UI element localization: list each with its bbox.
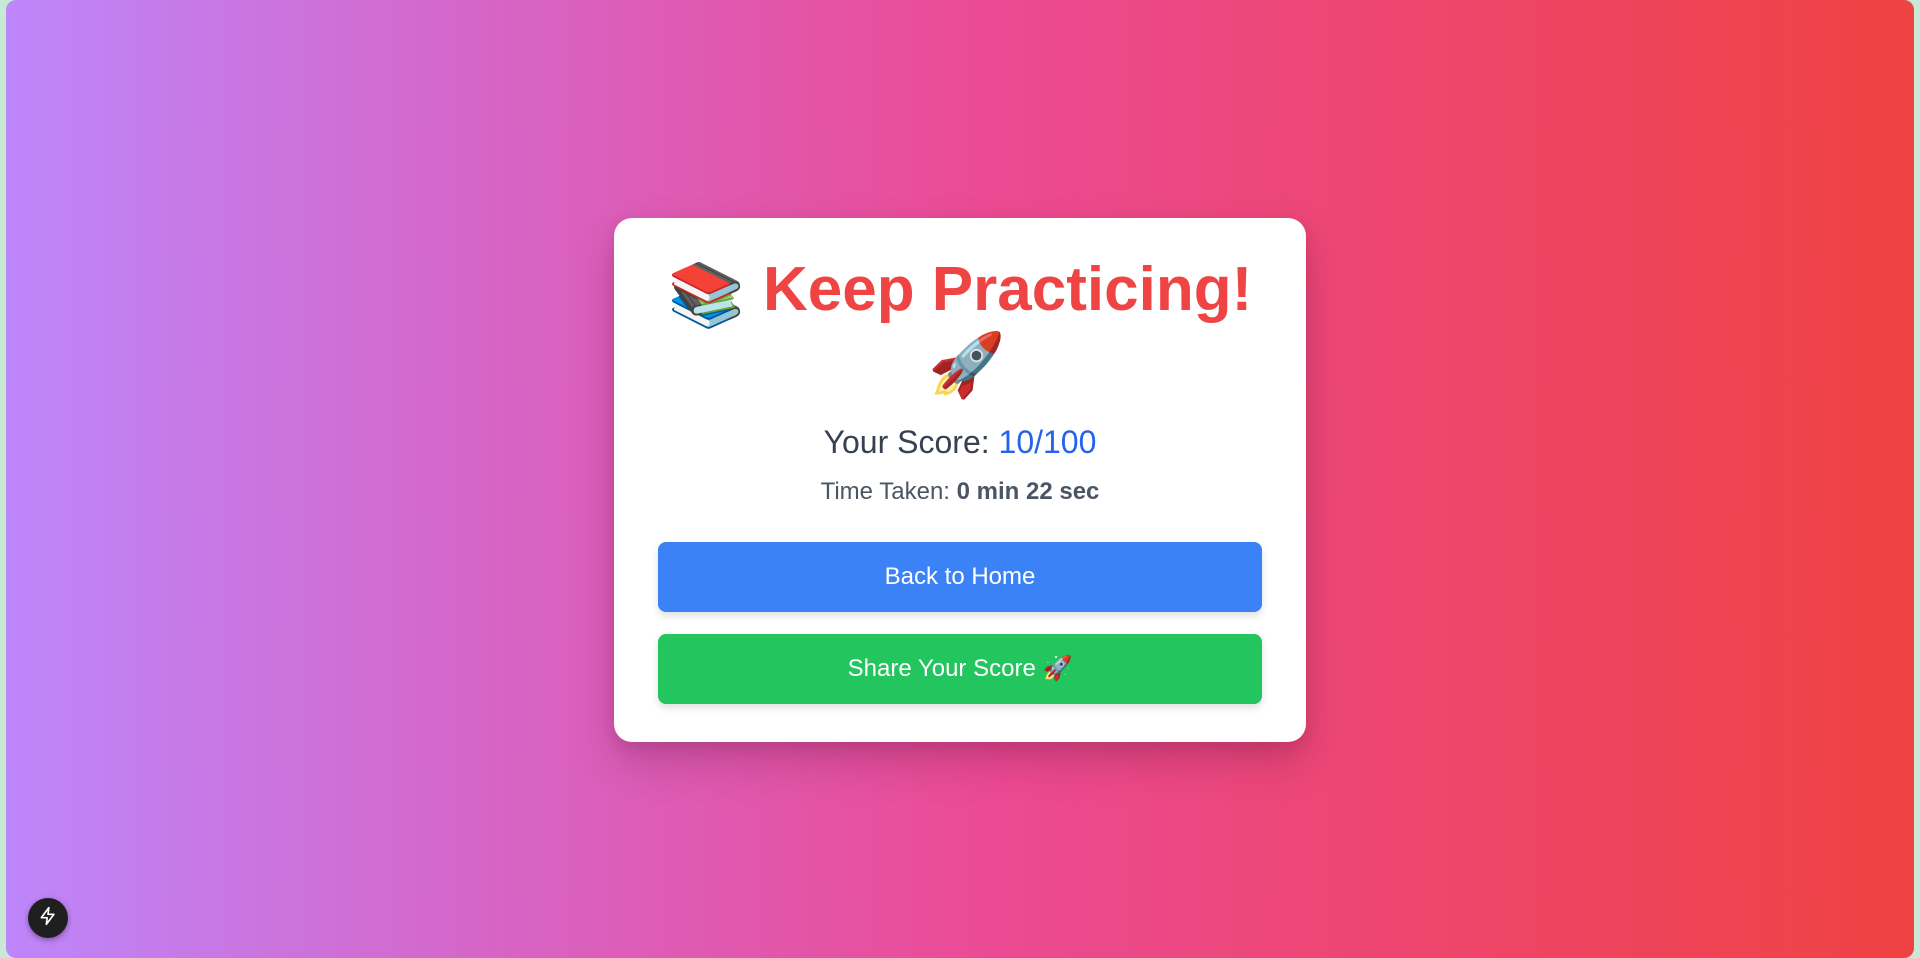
time-label: Time Taken:	[820, 478, 957, 505]
dev-tools-badge[interactable]	[28, 898, 68, 938]
lightning-bolt-icon	[38, 906, 58, 931]
share-score-button[interactable]: Share Your Score 🚀	[658, 634, 1262, 704]
time-value: 0 min 22 sec	[956, 478, 1100, 505]
score-value: 10/100	[998, 424, 1097, 460]
result-card: 📚 Keep Practicing! 🚀 Your Score: 10/100 Ti…	[614, 218, 1306, 742]
back-to-home-button[interactable]: Back to Home	[658, 542, 1262, 612]
books-icon: 📚	[667, 261, 745, 330]
score-label: Your Score:	[823, 424, 999, 460]
rocket-icon: 🚀	[928, 331, 1006, 400]
time-taken-line: Time Taken: 0 min 22 sec	[658, 478, 1262, 506]
score-line: Your Score: 10/100	[658, 424, 1262, 460]
result-headline: 📚 Keep Practicing! 🚀	[658, 258, 1262, 398]
headline-text: Keep Practicing!	[762, 255, 1253, 324]
